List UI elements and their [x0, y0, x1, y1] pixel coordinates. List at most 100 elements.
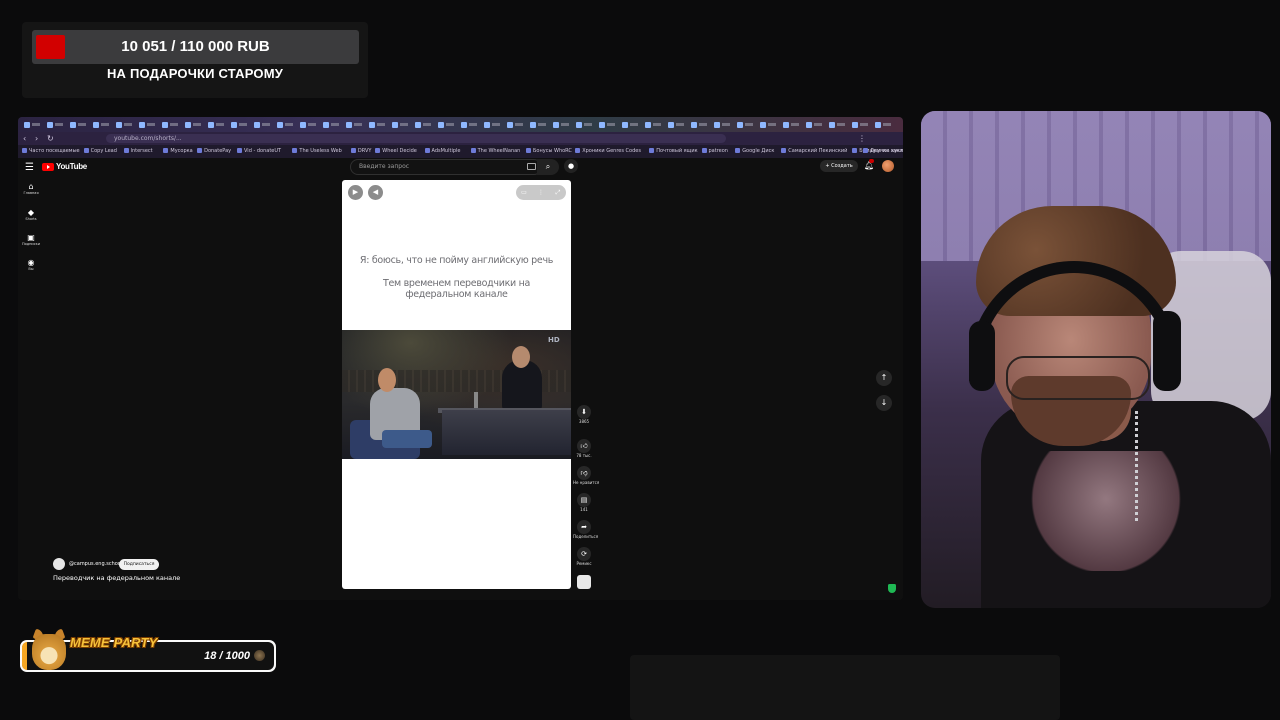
more-options-icon[interactable]: ⋮: [534, 185, 548, 200]
browser-tab[interactable]: [551, 120, 571, 130]
bookmark-item[interactable]: AdsMultiple: [425, 145, 461, 158]
tab-favicon-icon: [254, 122, 260, 128]
channel-avatar[interactable]: [53, 558, 65, 570]
browser-tab[interactable]: [275, 120, 295, 130]
sidebar-item-subscriptions[interactable]: ▣ Подписки: [21, 233, 41, 247]
browser-tab[interactable]: [160, 120, 180, 130]
bookmark-item[interactable]: Wheel Decide: [375, 145, 417, 158]
browser-tab[interactable]: [873, 120, 893, 130]
shield-icon[interactable]: [888, 584, 896, 593]
browser-tab[interactable]: [45, 120, 65, 130]
browser-tab[interactable]: [459, 120, 479, 130]
sound-thumbnail[interactable]: [577, 575, 591, 589]
browser-tab[interactable]: [321, 120, 341, 130]
browser-tab[interactable]: [114, 120, 134, 130]
browser-tab[interactable]: [229, 120, 249, 130]
bookmark-item[interactable]: Почтовый ящик: [649, 145, 697, 158]
browser-tab[interactable]: [252, 120, 272, 130]
previous-short-button[interactable]: ↑: [876, 370, 892, 386]
channel-name[interactable]: @campus.eng.school: [69, 558, 122, 570]
bookmark-item[interactable]: Самарский Пекинский: [781, 145, 847, 158]
bookmark-item[interactable]: Vid - donateUT: [237, 145, 281, 158]
browser-tab[interactable]: [574, 120, 594, 130]
browser-tab[interactable]: [344, 120, 364, 130]
browser-tab[interactable]: [804, 120, 824, 130]
bookmark-item[interactable]: Другие закладки: [863, 145, 903, 158]
browser-tab[interactable]: [137, 120, 157, 130]
browser-tab[interactable]: [850, 120, 870, 130]
browser-tab[interactable]: [413, 120, 433, 130]
bookmark-item[interactable]: patreon: [702, 145, 728, 158]
player-top-controls: ▭ ⋮ ⤢: [516, 185, 566, 200]
bookmark-item[interactable]: The WheelNanan: [471, 145, 521, 158]
search-button[interactable]: ⌕: [537, 159, 559, 175]
browser-tab[interactable]: [505, 120, 525, 130]
bookmark-item[interactable]: DonatePay: [197, 145, 231, 158]
voice-search-button[interactable]: ●: [564, 159, 578, 173]
back-icon[interactable]: ‹: [23, 134, 26, 143]
youtube-logo-icon[interactable]: [42, 163, 54, 171]
short-title[interactable]: Переводчик на федеральном канале: [53, 574, 180, 583]
sidebar-item-you[interactable]: ◉ Вы: [21, 258, 41, 272]
mute-button[interactable]: ◀: [368, 185, 383, 200]
search-box[interactable]: Введите запрос: [350, 159, 542, 175]
play-button[interactable]: ▶: [348, 185, 363, 200]
menu-icon[interactable]: ☰: [25, 162, 34, 173]
bookmark-item[interactable]: Intersect: [124, 145, 153, 158]
browser-tab[interactable]: [781, 120, 801, 130]
browser-tab[interactable]: [68, 120, 88, 130]
sidebar-item-home[interactable]: ⌂ Главная: [21, 182, 41, 196]
youtube-logo-text[interactable]: YouTube: [56, 161, 87, 172]
bookmark-item[interactable]: Сору Lead: [84, 145, 117, 158]
dislike-button[interactable]: 👎︎ Не нравится: [573, 466, 599, 486]
bookmark-item[interactable]: Мусорка: [163, 145, 192, 158]
bookmark-item[interactable]: Хроники Genres Codes: [575, 145, 641, 158]
bookmark-item[interactable]: Бонусы WhoRC: [526, 145, 572, 158]
search-input[interactable]: Введите запрос: [359, 160, 409, 174]
browser-tab[interactable]: [206, 120, 226, 130]
browser-tab[interactable]: [666, 120, 686, 130]
fullscreen-icon[interactable]: ⤢: [551, 185, 565, 200]
tab-favicon-icon: [139, 122, 145, 128]
browser-tab[interactable]: [689, 120, 709, 130]
subscriptions-icon: ▣: [27, 233, 35, 242]
download-action[interactable]: ⬇ 3865: [573, 405, 595, 425]
browser-tab[interactable]: [597, 120, 617, 130]
url-field[interactable]: [106, 134, 726, 143]
browser-tab[interactable]: [735, 120, 755, 130]
extensions-icon[interactable]: ⋮: [858, 134, 866, 143]
tab-strip[interactable]: [18, 117, 903, 132]
browser-tab[interactable]: [436, 120, 456, 130]
subscribe-button[interactable]: Подписаться: [119, 559, 159, 570]
like-button[interactable]: 👍︎ 78 тыс.: [573, 439, 595, 459]
shorts-player[interactable]: ▶ ◀ ▭ ⋮ ⤢ Я: боюсь, что не пойму английс…: [342, 180, 571, 589]
browser-tab[interactable]: [482, 120, 502, 130]
sidebar-item-shorts[interactable]: ◆ Shorts: [21, 208, 41, 222]
bookmark-item[interactable]: Google Диск: [735, 145, 774, 158]
bookmark-item[interactable]: The Useless Web: [292, 145, 341, 158]
account-avatar[interactable]: [882, 160, 894, 172]
browser-tab[interactable]: [367, 120, 387, 130]
browser-tab[interactable]: [390, 120, 410, 130]
create-button[interactable]: + Создать: [820, 160, 858, 172]
browser-tab[interactable]: [183, 120, 203, 130]
browser-tab[interactable]: [298, 120, 318, 130]
browser-tab[interactable]: [643, 120, 663, 130]
next-short-button[interactable]: ↓: [876, 395, 892, 411]
browser-tab[interactable]: [91, 120, 111, 130]
remix-button[interactable]: ⟳ Ремикс: [573, 547, 595, 567]
browser-tab[interactable]: [712, 120, 732, 130]
keyboard-icon[interactable]: [527, 163, 536, 170]
bookmark-item[interactable]: DRVY: [351, 145, 372, 158]
bookmark-item[interactable]: Часто посещаемые: [22, 145, 80, 158]
comments-button[interactable]: ▤ 141: [573, 493, 595, 513]
browser-tab[interactable]: [758, 120, 778, 130]
share-button[interactable]: ➦ Поделиться: [573, 520, 598, 540]
browser-tab[interactable]: [22, 120, 42, 130]
browser-tab[interactable]: [620, 120, 640, 130]
browser-tab[interactable]: [528, 120, 548, 130]
forward-icon[interactable]: ›: [35, 134, 38, 143]
browser-tab[interactable]: [827, 120, 847, 130]
captions-icon[interactable]: ▭: [517, 185, 531, 200]
reload-icon[interactable]: ↻: [47, 134, 54, 143]
